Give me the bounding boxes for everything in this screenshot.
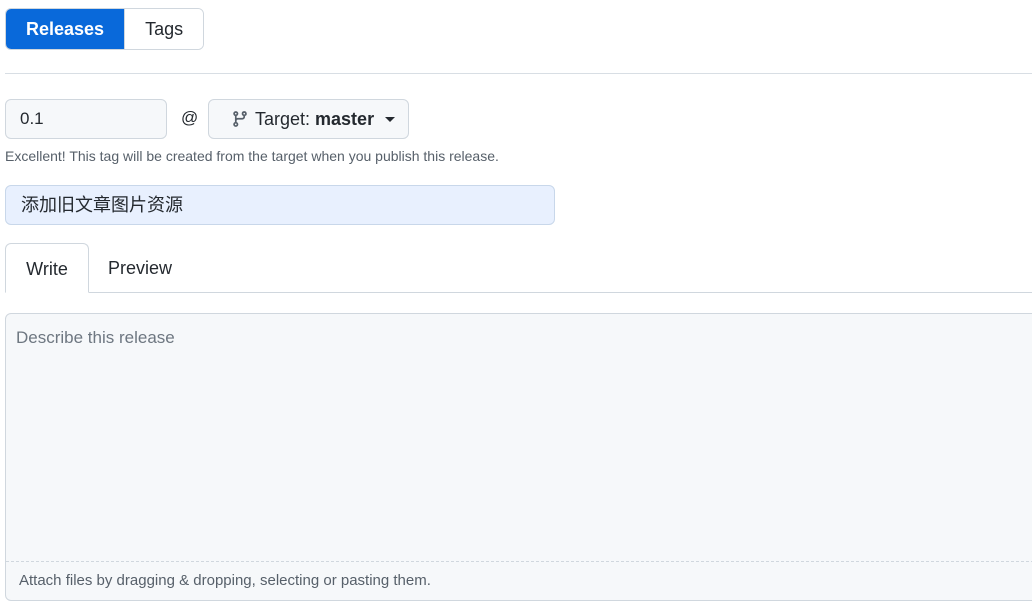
release-form-page: Releases Tags 0.1 @ Target: master Excel…: [0, 0, 1032, 602]
tab-releases[interactable]: Releases: [6, 9, 125, 49]
tab-preview[interactable]: Preview: [100, 243, 180, 293]
release-description-editor: Describe this release Attach files by dr…: [5, 313, 1032, 601]
description-textarea[interactable]: Describe this release: [6, 314, 1032, 563]
releases-tags-nav: Releases Tags: [5, 8, 205, 50]
at-sign: @: [181, 108, 199, 127]
tag-name-input[interactable]: 0.1: [5, 99, 167, 139]
target-label: Target:: [255, 108, 311, 129]
tag-hint-text: Excellent! This tag will be created from…: [5, 148, 499, 164]
tab-write[interactable]: Write: [5, 243, 89, 293]
caret-down-icon: [385, 116, 396, 122]
git-branch-icon: [233, 111, 247, 127]
target-branch-name: master: [315, 108, 375, 129]
tab-tags[interactable]: Tags: [124, 9, 204, 49]
target-branch-dropdown[interactable]: Target: master: [208, 99, 409, 139]
section-divider: [5, 73, 1032, 74]
release-title-input[interactable]: 添加旧文章图片资源: [5, 185, 555, 225]
file-attach-area[interactable]: Attach files by dragging & dropping, sel…: [6, 561, 1032, 600]
